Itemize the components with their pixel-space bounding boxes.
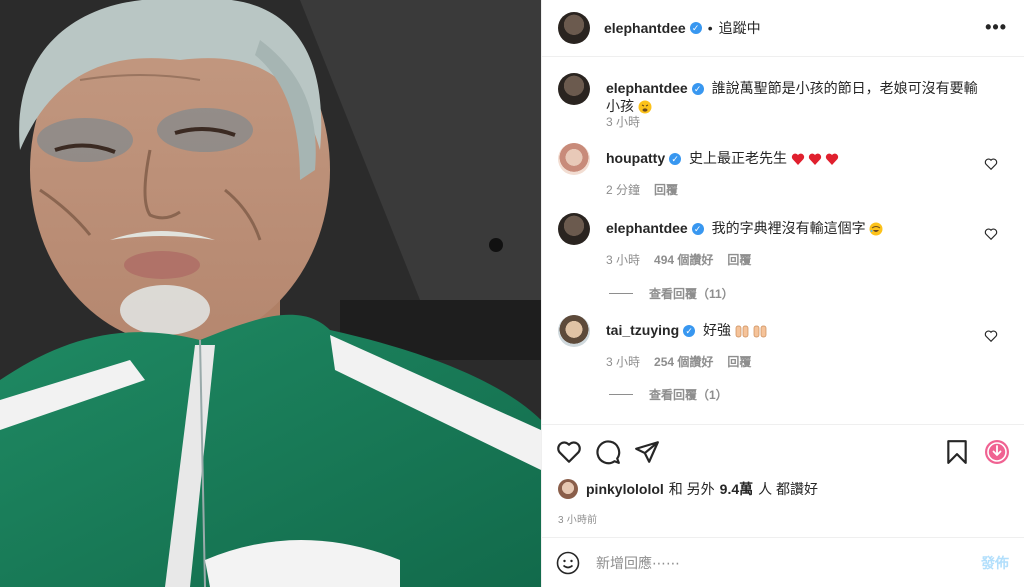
likes-suffix: 人 都讚好: [758, 481, 819, 497]
post-actions-bar: [542, 424, 1024, 479]
avatar[interactable]: [558, 143, 590, 175]
share-paper-plane-icon[interactable]: [634, 439, 660, 465]
comment-time[interactable]: 3 小時: [606, 251, 640, 268]
rofl-icon: [869, 222, 883, 236]
comment-meta: 2 分鐘 回覆: [606, 181, 678, 198]
comment-like-count[interactable]: 494 個讚好: [654, 251, 713, 268]
comment-like-count[interactable]: 254 個讚好: [654, 353, 713, 370]
avatar[interactable]: [558, 12, 590, 44]
raising-hands-icon: [735, 325, 767, 338]
comment-time[interactable]: 3 小時: [606, 353, 640, 370]
comment-text: 好強: [703, 322, 732, 338]
reply-button[interactable]: 回覆: [727, 353, 751, 370]
following-button[interactable]: 追蹤中: [719, 18, 761, 38]
comment-text: 史上最正老先生: [689, 150, 787, 166]
comment-time[interactable]: 3 小時: [606, 113, 640, 130]
verified-badge-icon: ✓: [691, 223, 704, 236]
like-comment-heart-icon[interactable]: [984, 227, 998, 241]
avatar[interactable]: [558, 479, 578, 499]
verified-badge-icon: ✓: [691, 83, 704, 96]
divider-line: [609, 394, 633, 395]
comment-username[interactable]: houpatty: [606, 150, 665, 166]
avatar[interactable]: [558, 315, 590, 347]
heart-red-icon: [791, 153, 839, 166]
verified-badge-icon: ✓: [683, 325, 696, 338]
view-replies-label: 查看回覆（1）: [649, 388, 728, 402]
add-comment-input[interactable]: [596, 554, 956, 571]
post-owner-username[interactable]: elephantdee: [604, 20, 686, 36]
comment-time[interactable]: 2 分鐘: [606, 181, 640, 198]
comment-username[interactable]: elephantdee: [606, 220, 688, 236]
like-heart-icon[interactable]: [556, 439, 582, 465]
view-replies-label: 查看回覆（11）: [649, 287, 734, 301]
verified-badge-icon: ✓: [669, 153, 682, 166]
post-timestamp[interactable]: 3 小時前: [558, 511, 597, 526]
like-comment-heart-icon[interactable]: [984, 329, 998, 343]
comment-body: houpatty ✓ 史上最正老先生: [606, 149, 986, 167]
post-header: elephantdee ✓ • 追蹤中 •••: [542, 0, 1024, 57]
likes-summary: pinkylololol 和 另外 9.4萬 人 都讚好: [558, 479, 818, 499]
reply-button[interactable]: 回覆: [727, 251, 751, 268]
comment-text: 我的字典裡沒有輸這個字: [711, 220, 866, 236]
avatar[interactable]: [558, 213, 590, 245]
separator-dot: •: [707, 20, 713, 36]
verified-badge-icon: ✓: [689, 22, 702, 34]
view-replies-button[interactable]: 查看回覆（1）: [609, 386, 728, 403]
comment-body: tai_tzuying ✓ 好強: [606, 321, 986, 339]
like-comment-heart-icon[interactable]: [984, 157, 998, 171]
comment-meta: 3 小時: [606, 113, 640, 130]
comment-item: houpatty ✓ 史上最正老先生 2 分鐘 回覆: [558, 143, 1018, 203]
post-side-panel: elephantdee ✓ • 追蹤中 ••• elephantdee ✓ 誰說萬…: [541, 0, 1024, 587]
save-bookmark-icon[interactable]: [944, 439, 970, 465]
post-photo[interactable]: [0, 0, 541, 587]
download-extension-icon[interactable]: [984, 439, 1010, 465]
comment-body: elephantdee ✓ 我的字典裡沒有輸這個字: [606, 219, 986, 237]
caption: elephantdee ✓ 誰說萬聖節是小孩的節日，老娘可沒有要輸小孩 3 小時: [558, 73, 1018, 133]
comment-username[interactable]: elephantdee: [606, 80, 688, 96]
emoji-smiley-icon[interactable]: [556, 551, 580, 575]
view-replies-button[interactable]: 查看回覆（11）: [609, 285, 734, 302]
liker-username[interactable]: pinkylololol: [586, 481, 664, 497]
add-comment-bar: 發佈: [542, 537, 1024, 587]
comment-body: elephantdee ✓ 誰說萬聖節是小孩的節日，老娘可沒有要輸小孩: [606, 79, 986, 115]
post-photo-illustration: [0, 0, 541, 587]
reply-button[interactable]: 回覆: [654, 181, 678, 198]
post-comment-button[interactable]: 發佈: [981, 553, 1009, 573]
more-options-icon[interactable]: •••: [985, 18, 1007, 36]
avatar[interactable]: [558, 73, 590, 105]
likes-conj: 和 另外: [668, 481, 715, 497]
comment-username[interactable]: tai_tzuying: [606, 322, 679, 338]
comment-meta: 3 小時 494 個讚好 回覆: [606, 251, 751, 268]
comment-meta: 3 小時 254 個讚好 回覆: [606, 353, 751, 370]
divider-line: [609, 293, 633, 294]
comment-bubble-icon[interactable]: [595, 439, 621, 465]
likes-count[interactable]: 9.4萬: [720, 479, 753, 499]
